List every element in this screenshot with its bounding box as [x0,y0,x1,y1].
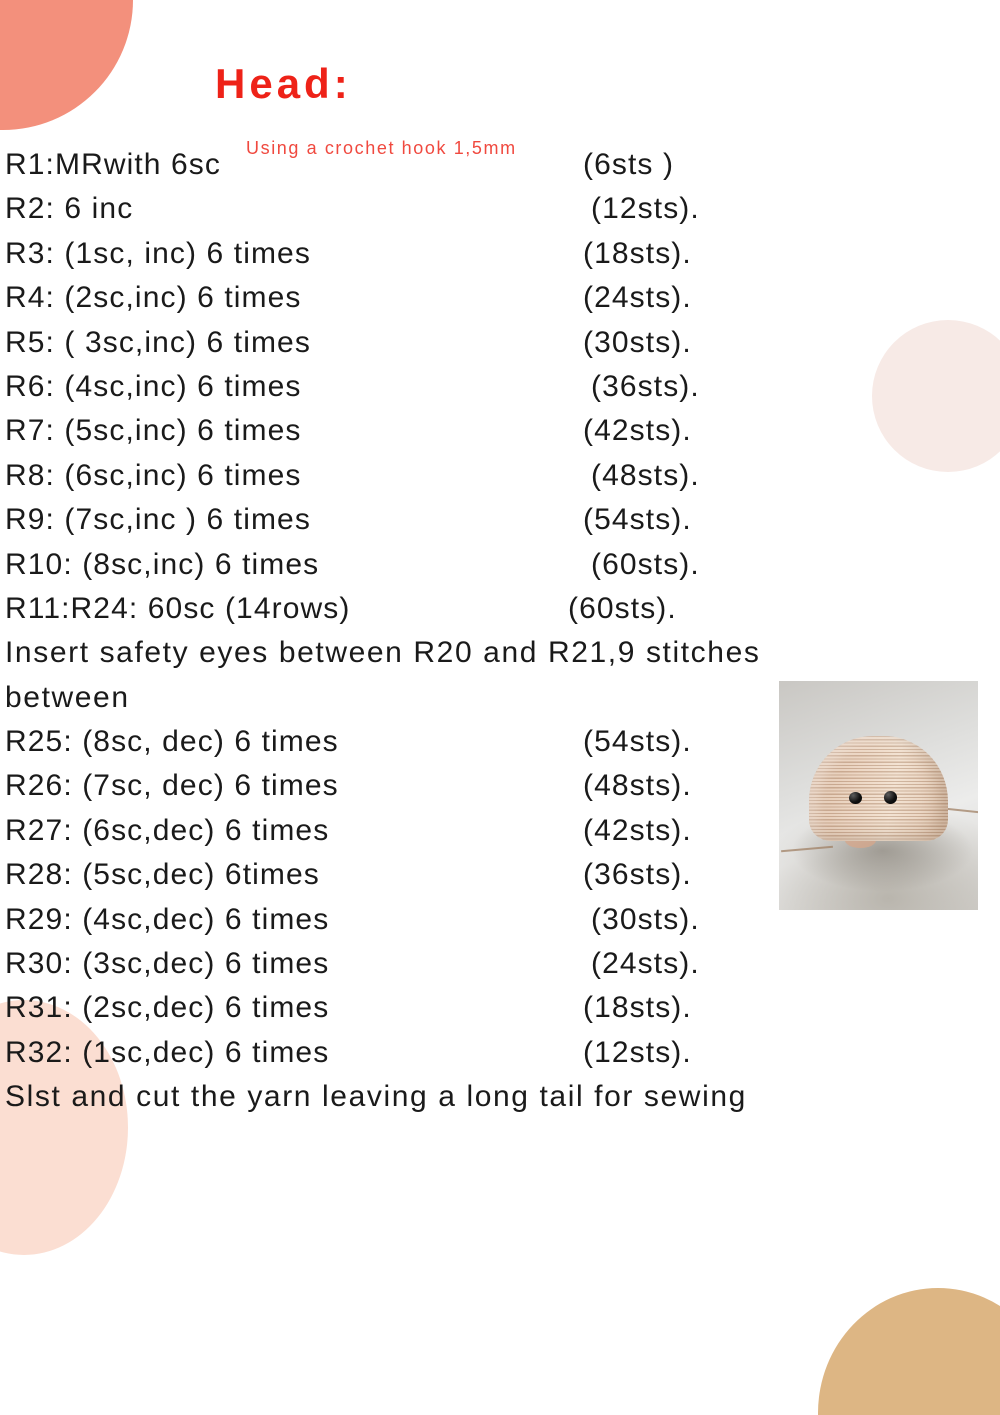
pattern-row: R32: (1sc,dec) 6 times (12sts). [0,1036,1000,1080]
finished-head-photo [779,681,978,910]
pattern-row: R10: (8sc,inc) 6 times (60sts). [0,548,1000,592]
row-stitch-count: (60sts). [591,547,700,581]
row-stitch-count: (6sts ) [583,148,675,181]
row-instruction: R9: (7sc,inc ) 6 times [5,503,311,537]
safety-eye-left [849,791,863,805]
row-instruction: R31: (2sc,dec) 6 times [5,991,330,1025]
pattern-row: R5: ( 3sc,inc) 6 times (30sts). [0,326,1000,370]
row-instruction: R11:R24: 60sc (14rows) [5,591,351,625]
row-stitch-count: (36sts). [583,858,692,892]
pattern-row: R3: (1sc, inc) 6 times (18sts). [0,237,1000,281]
decorative-circle-top-left [0,0,133,130]
row-instruction: R10: (8sc,inc) 6 times [5,547,320,581]
pattern-row: R30: (3sc,dec) 6 times (24sts). [0,947,1000,991]
row-stitch-count: (30sts). [591,902,700,936]
row-instruction: R4: (2sc,inc) 6 times [5,281,302,315]
row-stitch-count: (36sts). [591,369,700,403]
finishing-instruction-text: Slst and cut the yarn leaving a long tai… [5,1080,747,1114]
row-instruction: R32: (1sc,dec) 6 times [5,1035,330,1069]
row-stitch-count: (48sts). [591,458,700,492]
pattern-rows: R1:MRwith 6sc (6sts ) R2: 6 inc (12sts). R3:… [0,148,1000,1125]
row-stitch-count: (42sts). [583,414,692,448]
pattern-row: R7: (5sc,inc) 6 times (42sts). [0,414,1000,458]
row-stitch-count: (48sts). [583,769,692,803]
pattern-row: R1:MRwith 6sc (6sts ) [0,148,1000,192]
row-stitch-count: (54sts). [583,725,692,759]
safety-eyes-note-line1: Insert safety eyes between R20 and R21,9… [0,636,1000,680]
row-instruction: R8: (6sc,inc) 6 times [5,458,302,492]
pattern-row: R31: (2sc,dec) 6 times (18sts). [0,991,1000,1035]
row-stitch-count: (54sts). [583,503,692,537]
row-instruction: R26: (7sc, dec) 6 times [5,769,339,803]
pattern-row: R9: (7sc,inc ) 6 times (54sts). [0,503,1000,547]
row-stitch-count: (24sts). [583,281,692,315]
row-instruction: R6: (4sc,inc) 6 times [5,369,302,403]
row-stitch-count: (18sts). [583,236,692,270]
row-instruction: R30: (3sc,dec) 6 times [5,947,330,981]
row-stitch-count: (60sts). [568,591,677,625]
pattern-row: R6: (4sc,inc) 6 times (36sts). [0,370,1000,414]
row-instruction: R1:MRwith 6sc [5,148,222,181]
pattern-row: R11:R24: 60sc (14rows) (60sts). [0,592,1000,636]
row-instruction: R5: ( 3sc,inc) 6 times [5,325,311,359]
row-stitch-count: (12sts). [591,192,700,226]
pattern-row: R4: (2sc,inc) 6 times (24sts). [0,281,1000,325]
safety-eyes-note-line1-text: Insert safety eyes between R20 and R21,9… [5,636,761,670]
page-title: Head: [215,60,352,107]
row-stitch-count: (42sts). [583,813,692,847]
row-instruction: R3: (1sc, inc) 6 times [5,236,311,270]
safety-eyes-note-line2-text: between [5,680,130,714]
pattern-page: Head: Using a crochet hook 1,5mm R1:MRwi… [0,0,1000,1415]
row-instruction: R25: (8sc, dec) 6 times [5,725,339,759]
row-stitch-count: (12sts). [583,1035,692,1069]
row-stitch-count: (30sts). [583,325,692,359]
decorative-circle-bottom-right [818,1288,1000,1415]
pattern-row: R8: (6sc,inc) 6 times (48sts). [0,459,1000,503]
row-instruction: R7: (5sc,inc) 6 times [5,414,302,448]
row-instruction: R27: (6sc,dec) 6 times [5,813,330,847]
row-instruction: R28: (5sc,dec) 6times [5,858,320,892]
pattern-row: R2: 6 inc (12sts). [0,192,1000,236]
safety-eye-right [884,791,898,804]
row-instruction: R29: (4sc,dec) 6 times [5,902,330,936]
row-instruction: R2: 6 inc [5,192,134,226]
row-stitch-count: (18sts). [583,991,692,1025]
finishing-instruction: Slst and cut the yarn leaving a long tai… [0,1080,1000,1124]
row-stitch-count: (24sts). [591,947,700,981]
